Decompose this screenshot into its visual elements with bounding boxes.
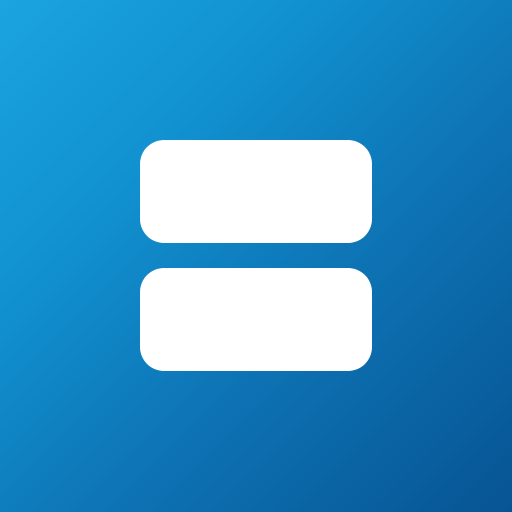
app-icon (0, 0, 512, 512)
bottom-bar-shape (140, 268, 372, 371)
top-bar-shape (140, 140, 372, 243)
